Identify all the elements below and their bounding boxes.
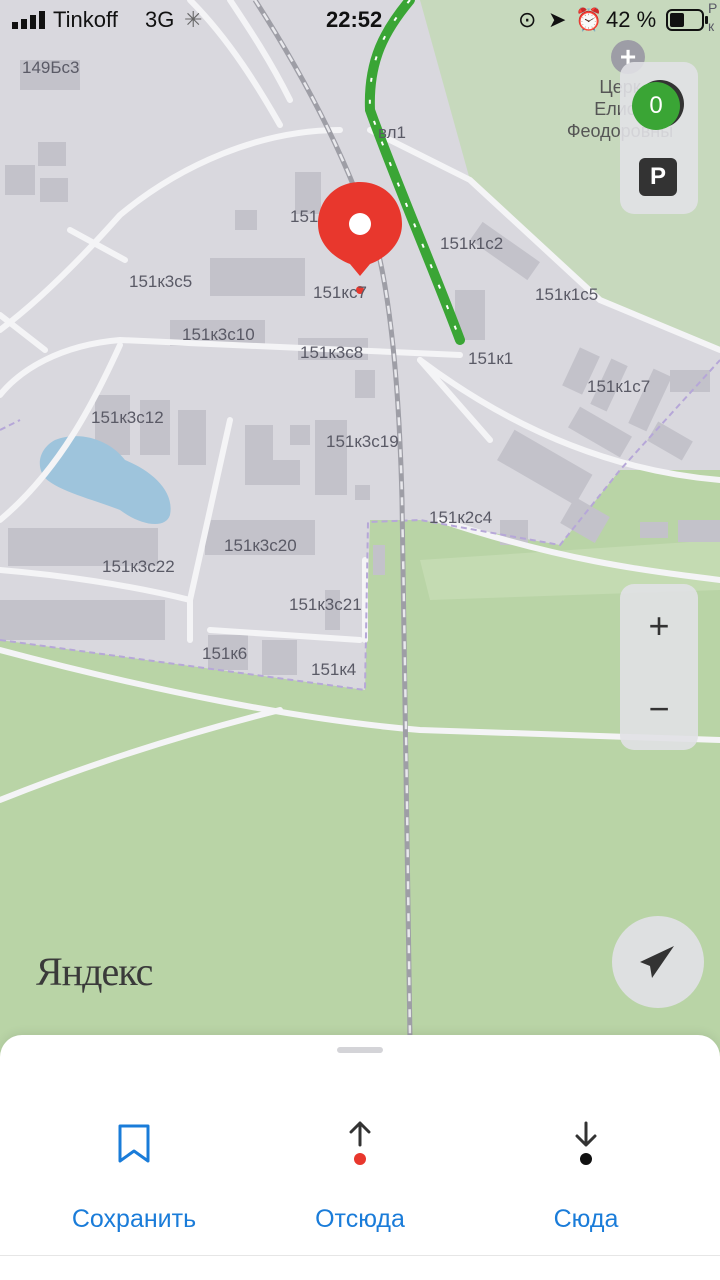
layers-panel: 0 P [620, 62, 698, 214]
building-label: 151к3с21 [289, 595, 362, 614]
zoom-in-button[interactable]: + [620, 584, 698, 667]
battery-percent: 42 % [606, 7, 657, 32]
sheet-drag-handle[interactable] [337, 1047, 383, 1053]
building-label: 151к3с22 [102, 557, 175, 576]
building-label: 149Бс3 [22, 58, 80, 77]
yandex-logo: Яндекс [36, 949, 153, 994]
save-button[interactable]: Сохранить [34, 1115, 234, 1234]
building-label: 151к3с19 [326, 432, 399, 451]
building-label: 151к3с5 [129, 272, 193, 291]
orientation-lock-icon: ⊙ [518, 7, 537, 32]
arrow-up-dot-icon [349, 1121, 371, 1165]
navigation-arrow-icon [640, 946, 674, 978]
building-label: 151к3с10 [182, 325, 255, 344]
zoom-panel: + − [620, 584, 698, 750]
save-label: Сохранить [71, 1205, 197, 1233]
clock: 22:52 [326, 7, 383, 32]
signal-strength-icon [12, 11, 45, 29]
location-arrow-icon: ➤ [548, 7, 567, 32]
building-label: вл1 [378, 123, 407, 142]
status-bar: Tinkoff 3G ✳ 22:52 ⊙ ➤ ⏰ 42 % [0, 0, 720, 40]
building-label: 151к2с4 [429, 508, 493, 527]
parking-icon: P [649, 163, 666, 190]
building-label: 151к3с12 [91, 408, 164, 427]
divider [0, 1255, 720, 1256]
building-label: 151к3с8 [300, 343, 364, 362]
loading-icon: ✳ [184, 7, 203, 32]
building-label: 151к1 [468, 349, 514, 368]
building-label: 151к6 [202, 644, 248, 663]
alarm-icon: ⏰ [575, 7, 603, 32]
route-from-label: Отсюда [315, 1205, 405, 1233]
building-label: 151к1с5 [535, 285, 599, 304]
traffic-level-value: 0 [649, 92, 663, 119]
route-to-button[interactable]: Сюда [486, 1115, 686, 1234]
map-view[interactable]: 149Бс3 151к1 151к1с2 151к1с5 151к1с7 151… [0, 0, 720, 1041]
carrier-name: Tinkoff [53, 7, 118, 32]
building-label: 151кс7 [313, 283, 367, 302]
locate-me-button[interactable] [612, 916, 704, 1008]
bottom-sheet: Сохранить Отсюда Сюда [0, 1035, 720, 1280]
building-label: 151к1с7 [587, 377, 651, 396]
bookmark-icon [118, 1124, 150, 1163]
location-pin-icon[interactable] [316, 180, 404, 280]
parking-button[interactable]: P [639, 158, 677, 196]
traffic-level-badge[interactable]: 0 [632, 82, 680, 130]
arrow-down-dot-icon [575, 1121, 597, 1165]
route-from-button[interactable]: Отсюда [260, 1115, 460, 1234]
building-label: 151к3с20 [224, 536, 297, 555]
map-canvas [0, 0, 720, 1041]
zoom-out-button[interactable]: − [620, 667, 698, 750]
battery-icon [666, 9, 708, 31]
route-to-label: Сюда [553, 1205, 619, 1233]
building-label: 151к4 [311, 660, 357, 679]
building-label: 151 [290, 207, 319, 226]
building-label: 151к1с2 [440, 234, 504, 253]
network-type: 3G [145, 7, 175, 32]
